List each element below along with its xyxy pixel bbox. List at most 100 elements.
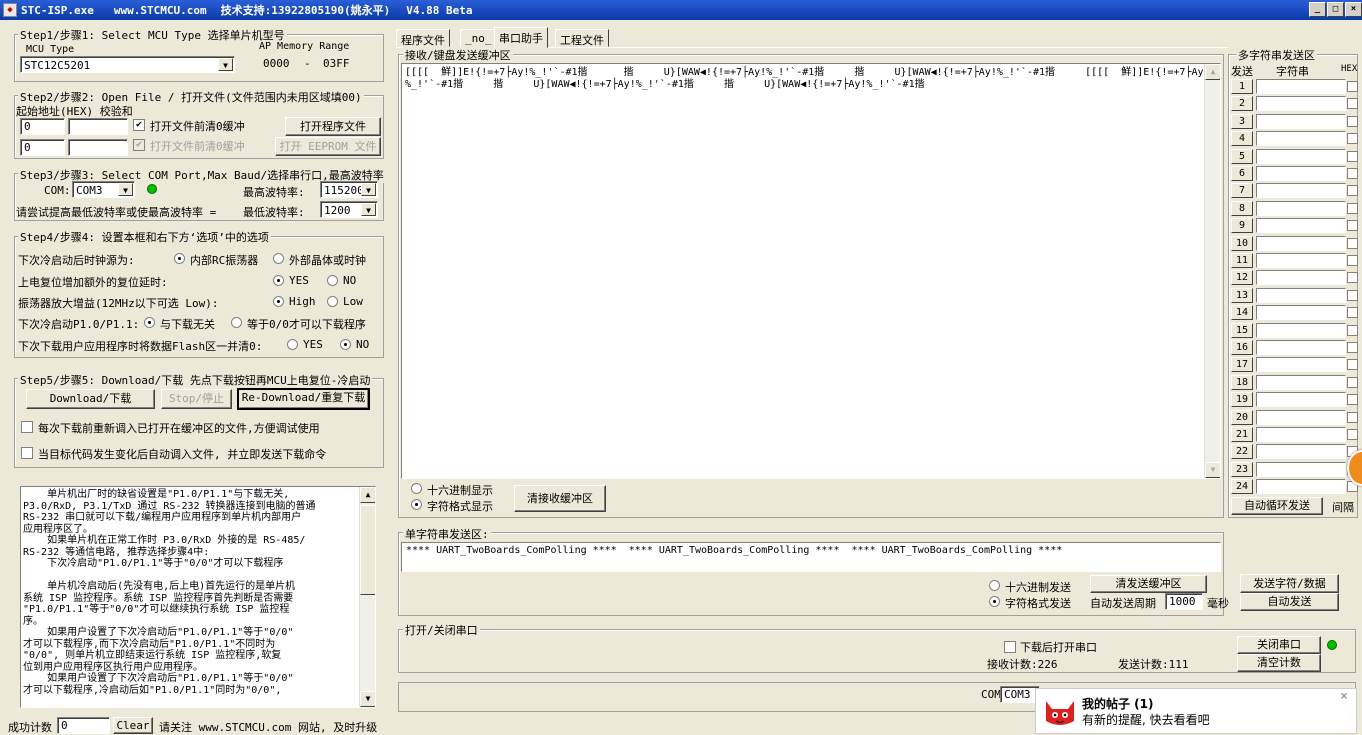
send-hex-radio[interactable] [989, 580, 1000, 591]
gain-high-radio[interactable] [273, 296, 284, 307]
tab-program-file[interactable]: 程序文件 [396, 29, 450, 47]
multi-send-row-button[interactable]: 11 [1231, 253, 1253, 268]
auto-reload-checkbox[interactable] [21, 447, 33, 459]
open-after-download-checkbox[interactable] [1004, 641, 1016, 653]
scroll-thumb[interactable] [360, 505, 375, 595]
multi-send-row-input[interactable] [1256, 166, 1346, 181]
multi-send-row-input[interactable] [1256, 392, 1346, 408]
multi-send-row-button[interactable]: 21 [1231, 427, 1253, 442]
minimize-button[interactable]: _ [1309, 2, 1326, 17]
multi-send-row-input[interactable] [1256, 409, 1346, 425]
multi-send-row-button[interactable]: 10 [1231, 235, 1253, 251]
multi-send-row-hex-checkbox[interactable] [1347, 429, 1358, 440]
multi-send-row-button[interactable]: 12 [1231, 270, 1253, 286]
multi-send-row-input[interactable] [1256, 374, 1346, 390]
tab-no[interactable]: _no_ [460, 29, 497, 47]
multi-send-row-hex-checkbox[interactable] [1347, 168, 1358, 179]
p10-unrelated-radio[interactable] [144, 317, 155, 328]
chevron-down-icon[interactable]: ▼ [118, 183, 133, 196]
close-icon[interactable]: × [1340, 689, 1348, 704]
multi-send-row-button[interactable]: 7 [1231, 183, 1253, 199]
gain-low-radio[interactable] [327, 296, 338, 307]
multi-send-row-button[interactable]: 5 [1231, 148, 1253, 164]
tab-project-file[interactable]: 工程文件 [555, 29, 609, 47]
multi-send-row-hex-checkbox[interactable] [1347, 98, 1358, 110]
multi-send-row-input[interactable] [1256, 183, 1346, 199]
info-textbox[interactable]: 单片机出厂时的缺省设置是"P1.0/P1.1"与下载无关, P3.0/RxD, … [20, 486, 376, 708]
multi-send-row-button[interactable]: 18 [1231, 374, 1253, 390]
multi-send-row-input[interactable] [1256, 131, 1346, 147]
clear-send-button[interactable]: 清发送缓冲区 [1090, 575, 1207, 593]
multi-send-row-hex-checkbox[interactable] [1347, 115, 1358, 127]
multi-send-row-button[interactable]: 23 [1231, 461, 1253, 477]
chevron-down-icon[interactable]: ▼ [361, 183, 376, 196]
multi-send-row-button[interactable]: 3 [1231, 113, 1253, 129]
clear-counts-button[interactable]: 清空计数 [1237, 654, 1321, 672]
recv-char-radio[interactable] [411, 499, 422, 510]
multi-send-row-button[interactable]: 24 [1231, 479, 1253, 495]
info-scrollbar[interactable]: ▲ ▼ [359, 487, 375, 707]
multi-send-row-input[interactable] [1256, 270, 1346, 286]
reload-before-download-checkbox[interactable] [21, 421, 33, 433]
flash-clear-yes-radio[interactable] [287, 339, 298, 350]
chevron-down-icon[interactable]: ▼ [361, 203, 376, 216]
multi-send-row-input[interactable] [1256, 357, 1346, 373]
recv-scrollbar[interactable]: ▲ ▼ [1204, 64, 1220, 478]
multi-send-row-button[interactable]: 14 [1231, 305, 1253, 321]
start-address-input[interactable]: 0 [20, 118, 65, 135]
multi-send-row-hex-checkbox[interactable] [1347, 342, 1358, 353]
multi-send-row-hex-checkbox[interactable] [1347, 202, 1358, 214]
recv-hex-radio[interactable] [411, 483, 422, 494]
multi-send-row-input[interactable] [1256, 479, 1346, 495]
multi-send-row-input[interactable] [1256, 113, 1346, 129]
clear-count-button[interactable]: Clear [113, 717, 153, 734]
auto-loop-send-button[interactable]: 自动循环发送 [1231, 497, 1323, 515]
single-send-input[interactable]: **** UART_TwoBoards_ComPolling **** ****… [401, 542, 1221, 572]
multi-send-row-hex-checkbox[interactable] [1347, 150, 1358, 162]
multi-send-row-hex-checkbox[interactable] [1347, 289, 1358, 301]
p10-zero-radio[interactable] [231, 317, 242, 328]
multi-send-row-button[interactable]: 17 [1231, 357, 1253, 373]
multi-send-row-hex-checkbox[interactable] [1347, 411, 1358, 423]
send-data-button[interactable]: 发送字符/数据 [1240, 574, 1339, 593]
multi-send-row-button[interactable]: 4 [1231, 131, 1253, 147]
multi-send-row-input[interactable] [1256, 96, 1346, 112]
redownload-button[interactable]: Re-Download/重复下载 [237, 388, 370, 410]
internal-rc-radio[interactable] [174, 253, 185, 264]
multi-send-row-button[interactable]: 6 [1231, 166, 1253, 181]
mcu-type-select[interactable]: STC12C5201 ▼ [20, 56, 235, 73]
open-program-file-button[interactable]: 打开程序文件 [285, 117, 381, 136]
multi-send-row-hex-checkbox[interactable] [1347, 324, 1358, 336]
multi-send-row-input[interactable] [1256, 287, 1346, 303]
multi-send-row-hex-checkbox[interactable] [1347, 185, 1358, 197]
multi-send-row-button[interactable]: 9 [1231, 218, 1253, 234]
multi-send-row-hex-checkbox[interactable] [1347, 394, 1358, 406]
scroll-up-icon[interactable]: ▲ [360, 487, 375, 503]
multi-send-row-hex-checkbox[interactable] [1347, 133, 1358, 145]
flash-clear-no-radio[interactable] [340, 339, 351, 350]
multi-send-row-input[interactable] [1256, 79, 1346, 94]
multi-send-row-input[interactable] [1256, 305, 1346, 321]
close-port-button[interactable]: 关闭串口 [1237, 636, 1321, 654]
multi-send-row-input[interactable] [1256, 461, 1346, 477]
multi-send-row-input[interactable] [1256, 148, 1346, 164]
multi-send-row-hex-checkbox[interactable] [1347, 81, 1358, 92]
multi-send-row-hex-checkbox[interactable] [1347, 255, 1358, 266]
multi-send-row-button[interactable]: 1 [1231, 79, 1253, 94]
multi-send-row-button[interactable]: 15 [1231, 322, 1253, 338]
min-baud-select[interactable]: 1200 ▼ [320, 201, 378, 218]
clear-recv-button[interactable]: 清接收缓冲区 [514, 485, 606, 512]
multi-send-row-button[interactable]: 22 [1231, 444, 1253, 460]
multi-send-row-hex-checkbox[interactable] [1347, 376, 1358, 388]
eeprom-address-input[interactable]: 0 [20, 139, 65, 156]
scroll-up-icon[interactable]: ▲ [1205, 64, 1220, 80]
reset-delay-yes-radio[interactable] [273, 275, 284, 286]
close-window-button[interactable]: × [1345, 2, 1362, 17]
multi-send-row-hex-checkbox[interactable] [1347, 359, 1358, 371]
multi-send-row-input[interactable] [1256, 253, 1346, 268]
auto-send-button[interactable]: 自动发送 [1240, 593, 1339, 611]
multi-send-row-input[interactable] [1256, 235, 1346, 251]
recv-buffer[interactable]: [[[[ 鮮]]E!{!=+7├Ay!%_!'`-#1揩 揩 U}[WAW◀!{… [401, 63, 1221, 479]
multi-send-row-input[interactable] [1256, 340, 1346, 355]
multi-send-row-input[interactable] [1256, 427, 1346, 442]
